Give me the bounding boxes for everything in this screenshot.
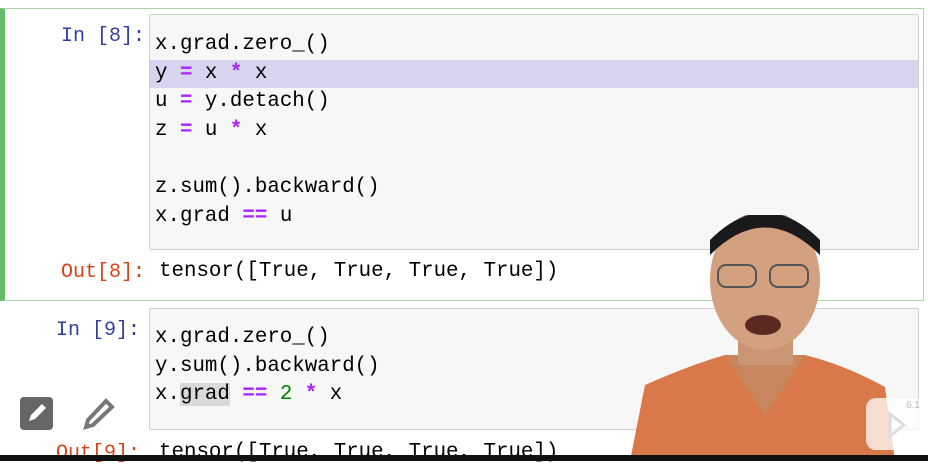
code-line: z = u * x xyxy=(155,119,268,143)
input-prompt: In [8]: xyxy=(60,25,145,48)
code-line: x.grad.zero_() xyxy=(155,33,330,56)
output-prompt: Out[8]: xyxy=(60,261,145,284)
video-bottom-bar xyxy=(0,455,928,461)
presenter-video-overlay xyxy=(630,215,895,461)
cell-output: tensor([True, True, True, True]) xyxy=(159,260,559,283)
pencil-icon xyxy=(83,398,115,430)
code-line-highlighted: y = x * x xyxy=(150,59,918,89)
edit-pencil-button[interactable] xyxy=(20,397,53,430)
output-prompt: Out[9]: xyxy=(55,442,140,465)
watermark-text: 6.1 xyxy=(906,400,920,411)
code-line: u = y.detach() xyxy=(155,90,330,114)
input-prompt: In [9]: xyxy=(55,319,140,342)
video-logo-watermark: 6.1 xyxy=(866,398,924,450)
pencil-icon xyxy=(29,404,46,421)
code-line: z.sum().backward() xyxy=(155,176,380,200)
pencil-tool-button[interactable] xyxy=(80,395,116,431)
